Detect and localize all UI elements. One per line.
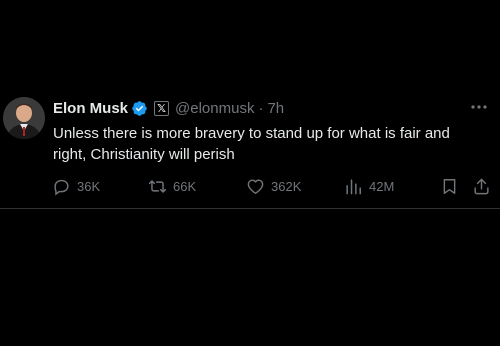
- avatar-image: [3, 97, 45, 139]
- x-logo-icon[interactable]: 𝕏: [154, 100, 170, 116]
- retweet-button[interactable]: 66K: [148, 176, 196, 196]
- tweet[interactable]: Elon Musk 𝕏 @elonmusk · 7h Unless there …: [0, 86, 500, 209]
- like-count: 362K: [271, 178, 302, 194]
- more-icon[interactable]: [470, 100, 488, 114]
- reply-icon: [54, 179, 69, 195]
- reply-button[interactable]: 36K: [52, 176, 100, 196]
- timestamp[interactable]: 7h: [267, 100, 284, 117]
- like-icon: [247, 178, 264, 194]
- avatar[interactable]: [3, 97, 45, 139]
- retweet-count: 66K: [173, 178, 197, 194]
- views-button[interactable]: 42M: [344, 176, 394, 196]
- like-button[interactable]: 362K: [246, 176, 301, 196]
- tweet-actions: 36K 66K 362K 42M: [0, 176, 500, 196]
- author-handle[interactable]: @elonmusk: [175, 100, 254, 117]
- view-count: 42M: [369, 178, 395, 194]
- retweet-icon: [148, 179, 167, 193]
- share-button[interactable]: [472, 176, 497, 196]
- tweet-header: Elon Musk 𝕏 @elonmusk · 7h: [53, 98, 284, 118]
- author-name[interactable]: Elon Musk: [53, 100, 128, 117]
- tweet-text: Unless there is more bravery to stand up…: [53, 125, 450, 163]
- views-icon: [346, 178, 361, 194]
- bookmark-icon: [443, 178, 456, 194]
- reply-count: 36K: [77, 178, 101, 194]
- share-icon: [474, 178, 489, 194]
- verified-badge-icon[interactable]: [131, 100, 148, 117]
- bookmark-button[interactable]: [440, 176, 465, 196]
- separator-dot: ·: [258, 99, 264, 117]
